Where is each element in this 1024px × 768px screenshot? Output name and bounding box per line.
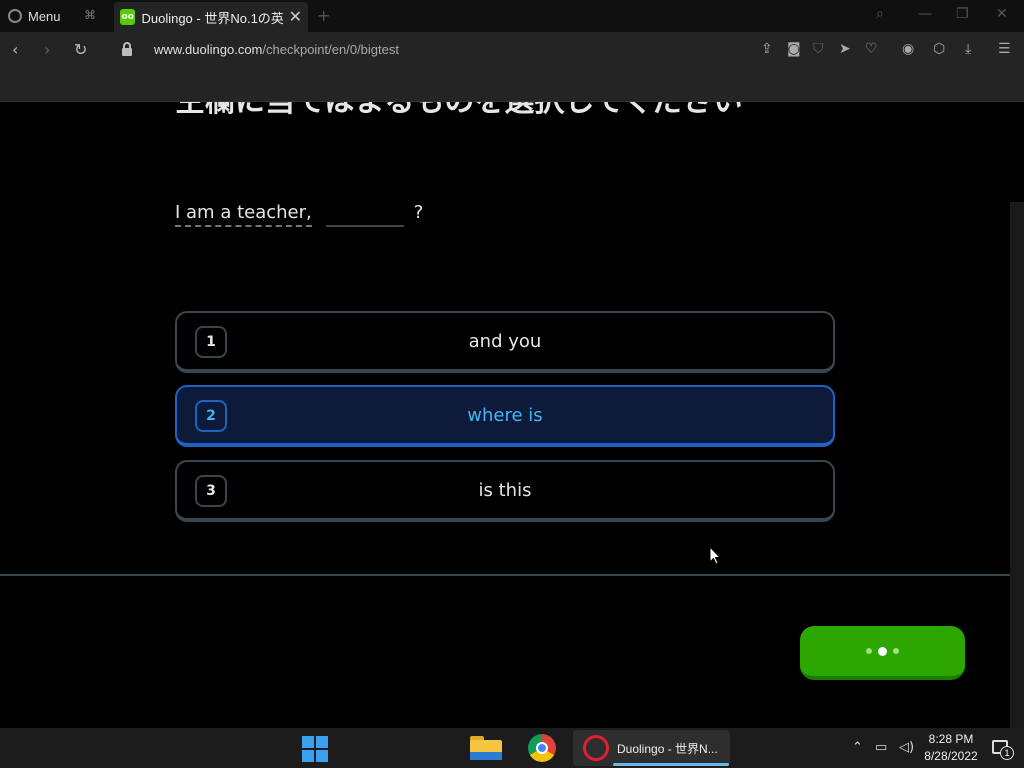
close-tab-icon[interactable]: ✕ bbox=[289, 9, 302, 25]
sentence-suffix: ? bbox=[413, 202, 424, 223]
easy-setup-icon[interactable]: ☰ bbox=[998, 41, 1011, 57]
taskbar-window-title: Duolingo - 世界N... bbox=[617, 741, 718, 756]
choice-number: 2 bbox=[195, 400, 227, 432]
answer-blank bbox=[325, 203, 404, 227]
loading-dot bbox=[878, 646, 887, 656]
url-path: /checkpoint/en/0/bigtest bbox=[262, 42, 399, 57]
toolbar-strip bbox=[0, 68, 1024, 102]
choice-label: where is bbox=[467, 404, 543, 426]
close-window-icon[interactable]: ✕ bbox=[996, 6, 1008, 22]
clock-date: 8/28/2022 bbox=[924, 749, 978, 763]
restore-icon[interactable]: ❐ bbox=[956, 6, 969, 22]
taskbar-opera-window[interactable]: Duolingo - 世界N... bbox=[573, 730, 730, 766]
browser-tab-bar: Menu ⌘ oo Duolingo - 世界No.1の英語 ✕ + ⌕ — ❐… bbox=[0, 0, 1024, 32]
url-field[interactable]: www.duolingo.com/checkpoint/en/0/bigtest bbox=[154, 42, 399, 57]
chevron-up-icon[interactable]: ⌃ bbox=[852, 740, 863, 756]
minimize-icon[interactable]: — bbox=[918, 6, 932, 22]
system-clock[interactable]: 8:28 PM 8/28/2022 bbox=[918, 731, 984, 765]
tab-duolingo[interactable]: oo Duolingo - 世界No.1の英語 ✕ bbox=[114, 2, 308, 32]
download-icon[interactable]: ⤓ bbox=[965, 41, 971, 57]
gamepad-icon[interactable]: ⌘ bbox=[84, 8, 102, 22]
windows-start-icon[interactable] bbox=[300, 734, 330, 762]
page-content: 空欄に当てはまるものを選択してください I am a teacher, ? 1 … bbox=[0, 102, 1024, 728]
back-icon[interactable]: ‹ bbox=[12, 41, 18, 59]
challenge-sentence: I am a teacher, ? bbox=[175, 202, 423, 227]
heart-icon[interactable]: ♡ bbox=[865, 41, 878, 57]
network-icon[interactable]: ▭ bbox=[875, 740, 887, 756]
menu-label: Menu bbox=[28, 8, 61, 24]
mouse-cursor-icon bbox=[709, 545, 722, 570]
windows-taskbar: Duolingo - 世界N... ⌃ ▭ ◁) 8:28 PM 8/28/20… bbox=[0, 728, 1024, 768]
challenge-title: 空欄に当てはまるものを選択してください bbox=[175, 102, 815, 124]
reload-icon[interactable]: ↻ bbox=[74, 41, 87, 59]
share-icon[interactable]: ⇪ bbox=[761, 41, 773, 57]
check-button-loading[interactable] bbox=[800, 626, 965, 680]
loading-dot bbox=[866, 648, 872, 654]
adblock-shield-icon[interactable]: ⛉ bbox=[813, 41, 824, 57]
opera-menu-button[interactable]: Menu bbox=[8, 6, 61, 26]
send-icon[interactable]: ➤ bbox=[839, 41, 851, 57]
opera-icon bbox=[583, 735, 609, 761]
duolingo-favicon-icon: oo bbox=[120, 9, 136, 25]
lock-icon[interactable] bbox=[122, 42, 132, 56]
search-tabs-icon[interactable]: ⌕ bbox=[876, 6, 884, 22]
extensions-cube-icon[interactable]: ⬡ bbox=[933, 41, 945, 57]
loading-dot bbox=[893, 648, 899, 654]
chrome-icon[interactable] bbox=[528, 734, 558, 762]
choice-label: is this bbox=[478, 479, 532, 501]
tab-title: Duolingo - 世界No.1の英語 bbox=[141, 10, 283, 26]
address-bar: ‹ › ↻ www.duolingo.com/checkpoint/en/0/b… bbox=[0, 32, 1024, 68]
profile-avatar-icon[interactable]: ◉ bbox=[902, 41, 914, 57]
forward-icon[interactable]: › bbox=[44, 41, 50, 59]
choice-1[interactable]: 1 and you bbox=[175, 311, 835, 373]
camera-icon[interactable]: ◙ bbox=[787, 41, 801, 57]
scrollbar[interactable] bbox=[1010, 202, 1024, 728]
choice-2[interactable]: 2 where is bbox=[175, 385, 835, 447]
file-explorer-icon[interactable] bbox=[470, 734, 502, 762]
new-tab-icon[interactable]: + bbox=[317, 6, 330, 25]
notification-badge: 1 bbox=[1000, 746, 1014, 760]
choice-label: and you bbox=[468, 330, 542, 352]
footer-divider bbox=[0, 574, 1010, 576]
url-host: www.duolingo.com bbox=[154, 42, 263, 57]
choice-3[interactable]: 3 is this bbox=[175, 460, 835, 522]
choice-number: 3 bbox=[195, 475, 227, 507]
choice-number: 1 bbox=[195, 326, 227, 358]
opera-logo-icon bbox=[8, 9, 22, 23]
volume-icon[interactable]: ◁) bbox=[899, 740, 914, 756]
clock-time: 8:28 PM bbox=[928, 732, 974, 746]
sentence-prefix[interactable]: I am a teacher, bbox=[175, 202, 312, 227]
